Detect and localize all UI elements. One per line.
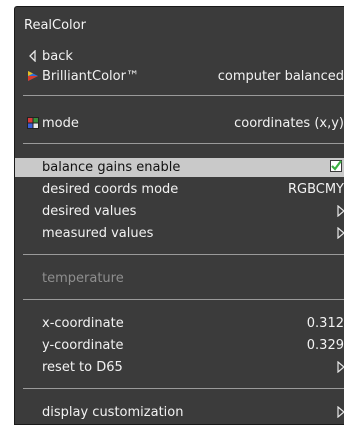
- balance-gains-checkbox[interactable]: [330, 160, 342, 172]
- x-coordinate-item[interactable]: x-coordinate 0.312: [15, 314, 344, 333]
- y-coordinate-label: y-coordinate: [42, 338, 124, 353]
- balance-gains-enable-item[interactable]: balance gains enable: [15, 158, 344, 177]
- submenu-arrow-icon: [337, 361, 344, 373]
- brilliantcolor-menu-item[interactable]: BrilliantColor™ computer balanced: [15, 67, 344, 86]
- desired-coords-mode-label: desired coords mode: [42, 182, 179, 197]
- measured-values-label: measured values: [42, 226, 154, 241]
- desired-coords-mode-value: RGBCMY: [287, 182, 344, 197]
- menu-title: RealColor: [24, 18, 86, 33]
- back-menu-item[interactable]: back: [15, 47, 344, 66]
- section-divider: [23, 388, 344, 389]
- x-coordinate-label: x-coordinate: [42, 316, 124, 331]
- desired-values-item[interactable]: desired values: [15, 202, 344, 221]
- brilliantcolor-icon: [28, 71, 38, 81]
- temperature-label: temperature: [42, 271, 124, 286]
- y-coordinate-item[interactable]: y-coordinate 0.329: [15, 336, 344, 355]
- submenu-arrow-icon: [337, 227, 344, 239]
- display-customization-item[interactable]: display customization: [15, 403, 344, 422]
- submenu-arrow-icon: [337, 406, 344, 418]
- brilliantcolor-value: computer balanced: [217, 69, 344, 84]
- realcolor-menu-panel: RealColor back BrilliantColor™ computer …: [14, 6, 344, 425]
- section-divider: [23, 143, 344, 144]
- back-arrow-icon: [29, 50, 36, 62]
- temperature-item: temperature: [15, 269, 344, 288]
- checkmark-icon: [331, 160, 342, 171]
- measured-values-item[interactable]: measured values: [15, 224, 344, 243]
- brilliantcolor-label: BrilliantColor™: [42, 69, 139, 84]
- section-divider: [23, 95, 344, 96]
- desired-values-label: desired values: [42, 204, 137, 219]
- desired-coords-mode-item[interactable]: desired coords mode RGBCMY: [15, 180, 344, 199]
- section-divider: [23, 299, 344, 300]
- section-divider: [23, 254, 344, 255]
- y-coordinate-value: 0.329: [306, 338, 344, 353]
- mode-menu-item[interactable]: mode coordinates (x,y): [15, 114, 344, 133]
- reset-label: reset to D65: [42, 360, 123, 375]
- back-label: back: [42, 49, 73, 64]
- display-customization-label: display customization: [42, 405, 184, 420]
- mode-grid-icon: [27, 117, 39, 129]
- submenu-arrow-icon: [337, 205, 344, 217]
- mode-value: coordinates (x,y): [234, 116, 344, 131]
- balance-gains-label: balance gains enable: [42, 160, 181, 175]
- x-coordinate-value: 0.312: [306, 316, 344, 331]
- mode-label: mode: [42, 116, 79, 131]
- reset-to-d65-item[interactable]: reset to D65: [15, 358, 344, 377]
